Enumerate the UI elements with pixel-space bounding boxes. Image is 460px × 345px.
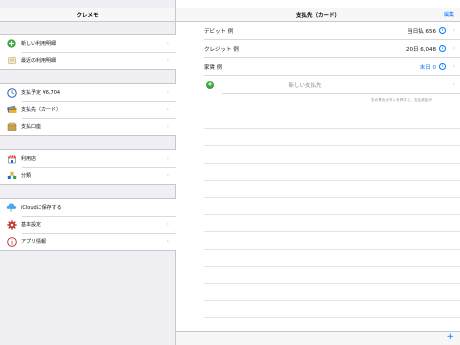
- empty-row: [204, 112, 460, 130]
- info-button[interactable]: i: [439, 45, 446, 52]
- chevron-right-icon: ›: [452, 45, 455, 52]
- chevron-right-icon: ›: [166, 57, 169, 64]
- chevron-right-icon: ›: [452, 63, 455, 70]
- chevron-right-icon: ›: [166, 123, 169, 130]
- receipt-icon: [6, 55, 17, 66]
- card-list: デビット 例 当日払 656 i › クレジット 例 20日 6,048 i ›…: [176, 22, 460, 94]
- empty-row: [204, 250, 460, 267]
- menu-item-label: 支払口座: [21, 124, 42, 130]
- new-card-label: 新しい支払先: [288, 83, 322, 89]
- info-button[interactable]: i: [439, 63, 446, 70]
- empty-row: [204, 215, 460, 233]
- card-icon: [6, 104, 17, 115]
- chevron-right-icon: ›: [452, 81, 455, 88]
- menu-item-label: 支払予定 ¥6,704: [21, 90, 61, 96]
- menu-item-categories[interactable]: 分類 ›: [0, 167, 176, 184]
- menu-item-label: 分類: [21, 173, 32, 179]
- menu-group-entries: 新しい利用明細 › 最近の利用明細 ›: [0, 34, 176, 70]
- chevron-right-icon: ›: [452, 27, 455, 34]
- detail-pane: 支払先（カード） 編集 デビット 例 当日払 656 i › クレジット 例 2…: [176, 0, 460, 345]
- card-name: デビット 例: [204, 28, 234, 35]
- new-card-row[interactable]: + 新しい支払先 ›: [176, 76, 460, 94]
- menu-item-stores[interactable]: 利用店 ›: [0, 150, 176, 167]
- empty-row: [204, 129, 460, 147]
- svg-text:i: i: [10, 238, 12, 246]
- chevron-right-icon: ›: [166, 155, 169, 162]
- card-name: 家賃 例: [204, 64, 223, 71]
- icloud-icon: [6, 202, 17, 213]
- card-amount: 20日 6,048: [406, 46, 436, 53]
- empty-row: [204, 164, 460, 181]
- menu-group-payments: 支払予定 ¥6,704 › 支払先（カード） › 支払口座 ›: [0, 83, 176, 136]
- chevron-right-icon: ›: [166, 40, 169, 47]
- chevron-right-icon: ›: [166, 89, 169, 96]
- menu-item-label: 基本設定: [21, 222, 42, 228]
- master-title: クレメモ: [76, 13, 99, 19]
- detail-title: 支払先（カード）: [295, 13, 340, 19]
- empty-row: [204, 267, 460, 284]
- card-amount: 末日 0: [419, 64, 436, 71]
- add-button[interactable]: +: [446, 333, 454, 342]
- menu-item-label: 利用店: [21, 156, 37, 162]
- menu-item-new-entry[interactable]: 新しい利用明細 ›: [0, 35, 176, 52]
- chevron-right-icon: ›: [166, 172, 169, 179]
- menu-item-settings[interactable]: 基本設定 ›: [0, 216, 176, 233]
- empty-row: [204, 181, 460, 198]
- empty-row: [204, 198, 460, 216]
- menu-item-accounts[interactable]: 支払口座 ›: [0, 118, 176, 135]
- chevron-right-icon: ›: [166, 238, 169, 245]
- master-pane: クレメモ 新しい利用明細 › 最近の利用明細 › 支払予定 ¥6,704 › 支…: [0, 0, 176, 345]
- empty-row: [204, 232, 460, 250]
- chevron-right-icon: ›: [166, 221, 169, 228]
- card-name: クレジット 例: [204, 46, 239, 53]
- bottom-toolbar: +: [176, 331, 460, 345]
- menu-item-label: 支払先（カード）: [21, 107, 62, 113]
- info-icon: i: [6, 236, 17, 247]
- menu-item-label: 最近の利用明細: [21, 58, 57, 64]
- menu-group-master-data: 利用店 › 分類 ›: [0, 149, 176, 185]
- row-divider: [222, 93, 460, 94]
- plus-circle-icon: [6, 38, 17, 49]
- store-icon: [6, 153, 17, 164]
- hint-text: 右の青丸ボタンを押すと、支払設定が: [371, 98, 432, 102]
- bank-icon: [6, 121, 17, 132]
- empty-row: [204, 301, 460, 319]
- gear-icon: [6, 219, 17, 230]
- menu-item-payment-schedule[interactable]: 支払予定 ¥6,704 ›: [0, 84, 176, 101]
- card-row-rent[interactable]: 家賃 例 末日 0 i ›: [204, 58, 460, 76]
- info-button[interactable]: i: [439, 27, 446, 34]
- card-row-credit[interactable]: クレジット 例 20日 6,048 i ›: [204, 40, 460, 58]
- card-row-debit[interactable]: デビット 例 当日払 656 i ›: [204, 22, 460, 40]
- category-icon: [6, 170, 17, 181]
- empty-rows: [204, 112, 460, 319]
- menu-item-label: 新しい利用明細: [21, 41, 57, 47]
- master-navbar: クレメモ: [0, 8, 175, 22]
- card-amount: 当日払 656: [407, 28, 436, 35]
- detail-navbar: 支払先（カード） 編集: [176, 8, 460, 22]
- empty-row: [204, 146, 460, 164]
- menu-item-label: アプリ情報: [21, 239, 47, 245]
- chevron-right-icon: ›: [166, 106, 169, 113]
- clock-icon: [6, 87, 17, 98]
- menu-item-recent-entries[interactable]: 最近の利用明細 ›: [0, 52, 176, 69]
- menu-item-about[interactable]: i アプリ情報 ›: [0, 233, 176, 250]
- menu-item-icloud[interactable]: iCloudに保存する: [0, 199, 176, 216]
- menu-group-settings: iCloudに保存する 基本設定 › i アプリ情報 ›: [0, 198, 176, 251]
- menu-item-label: iCloudに保存する: [21, 205, 62, 211]
- edit-button[interactable]: 編集: [444, 11, 454, 18]
- empty-row: [204, 284, 460, 302]
- menu-item-cards[interactable]: 支払先（カード） ›: [0, 101, 176, 118]
